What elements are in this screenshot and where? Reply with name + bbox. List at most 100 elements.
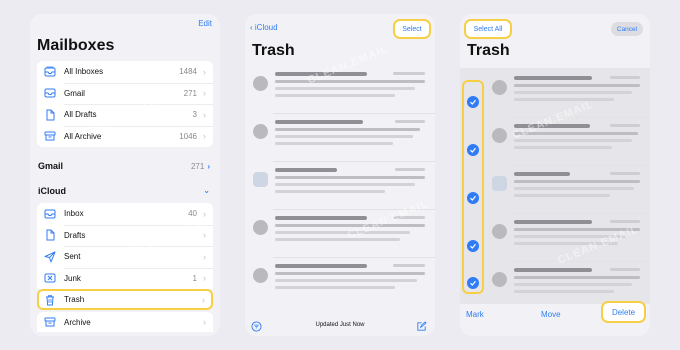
- select-all-button[interactable]: Select All: [464, 19, 512, 39]
- preview-placeholder: [275, 94, 395, 97]
- mailbox-all-drafts[interactable]: All Drafts 3 ›: [37, 104, 213, 126]
- preview-placeholder: [275, 190, 385, 193]
- subject-placeholder: [514, 180, 640, 183]
- date-placeholder: [610, 220, 640, 223]
- list-item[interactable]: [245, 66, 435, 114]
- message-list: [460, 70, 650, 310]
- gmail-section-count[interactable]: 271 ›: [191, 162, 210, 171]
- selection-checkboxes: [462, 80, 484, 294]
- select-button[interactable]: Select: [393, 19, 431, 39]
- checkmark-icon[interactable]: [467, 277, 479, 289]
- preview-placeholder: [275, 87, 415, 90]
- top-mailboxes-group: All Inboxes 1484 › Gmail 271 › All Draft…: [37, 61, 213, 147]
- subject-placeholder: [275, 176, 425, 179]
- mailbox-label: Drafts: [64, 230, 86, 240]
- mailbox-all-inboxes[interactable]: All Inboxes 1484 ›: [37, 61, 213, 83]
- preview-placeholder: [275, 286, 395, 289]
- subject-placeholder: [514, 276, 640, 279]
- chevron-right-icon: ›: [203, 66, 206, 77]
- list-item[interactable]: [460, 70, 650, 118]
- trash-screen: ‹ iCloud Select Trash Updated Just Now C…: [245, 14, 435, 336]
- page-title: Mailboxes: [37, 37, 115, 54]
- avatar: [253, 172, 268, 187]
- date-placeholder: [393, 216, 425, 219]
- all-inboxes-icon: [44, 66, 56, 78]
- list-item[interactable]: [245, 210, 435, 258]
- edit-button[interactable]: Edit: [198, 19, 212, 28]
- preview-placeholder: [275, 135, 413, 138]
- preview-placeholder: [514, 91, 632, 94]
- list-item[interactable]: [245, 162, 435, 210]
- mailbox-label: All Archive: [64, 131, 102, 141]
- back-label: iCloud: [254, 23, 278, 32]
- archive-icon: [44, 316, 56, 328]
- avatar: [253, 124, 268, 139]
- icloud-mailboxes-group: Inbox 40 › Drafts › Sent › Junk 1 ›: [37, 203, 213, 289]
- mailbox-drafts[interactable]: Drafts ›: [37, 224, 213, 247]
- mailbox-sent[interactable]: Sent ›: [37, 246, 213, 268]
- mailbox-trash[interactable]: Trash ›: [37, 289, 213, 310]
- date-placeholder: [610, 76, 640, 79]
- checkmark-icon[interactable]: [467, 96, 479, 108]
- mailbox-junk[interactable]: Junk 1 ›: [37, 267, 213, 290]
- preview-placeholder: [514, 242, 618, 245]
- list-item[interactable]: [460, 214, 650, 262]
- bottom-toolbar: Mark Move Delete: [460, 301, 650, 336]
- sender-placeholder: [275, 264, 367, 268]
- mailbox-label: Sent: [64, 252, 81, 262]
- chevron-right-icon: ›: [207, 162, 210, 171]
- chevron-right-icon: ›: [203, 230, 206, 241]
- mailbox-label: Trash: [64, 295, 85, 304]
- mailbox-label: Inbox: [64, 209, 84, 219]
- page-title: Trash: [252, 42, 295, 59]
- list-item[interactable]: [245, 114, 435, 162]
- page-title: Trash: [467, 42, 510, 59]
- preview-placeholder: [514, 98, 614, 101]
- mailbox-count: 1046: [179, 131, 197, 141]
- back-button[interactable]: ‹ iCloud: [250, 23, 278, 32]
- mailbox-inbox[interactable]: Inbox 40 ›: [37, 203, 213, 225]
- gmail-section-header[interactable]: Gmail: [38, 161, 63, 171]
- date-placeholder: [610, 124, 640, 127]
- preview-placeholder: [275, 238, 400, 241]
- mailbox-all-archive[interactable]: All Archive 1046 ›: [37, 125, 213, 148]
- document-icon: [44, 229, 56, 241]
- subject-placeholder: [514, 84, 640, 87]
- date-placeholder: [395, 120, 425, 123]
- move-button[interactable]: Move: [541, 310, 561, 319]
- avatar: [253, 220, 268, 235]
- inbox-icon: [44, 87, 56, 99]
- mark-button[interactable]: Mark: [466, 310, 484, 319]
- checkmark-icon[interactable]: [467, 192, 479, 204]
- mailbox-gmail[interactable]: Gmail 271 ›: [37, 82, 213, 105]
- sender-placeholder: [514, 172, 570, 176]
- mailboxes-screen: Edit Mailboxes All Inboxes 1484 › Gmail …: [30, 14, 220, 336]
- delete-button[interactable]: Delete: [601, 301, 646, 323]
- cancel-button[interactable]: Cancel: [611, 22, 643, 36]
- avatar: [253, 268, 268, 283]
- avatar: [492, 176, 507, 191]
- preview-placeholder: [275, 279, 417, 282]
- message-list: [245, 66, 435, 306]
- subject-placeholder: [514, 132, 638, 135]
- archive-icon: [44, 130, 56, 142]
- subject-placeholder: [275, 128, 420, 131]
- chevron-down-icon: ⌄: [203, 186, 210, 195]
- send-icon: [44, 251, 56, 263]
- date-placeholder: [610, 268, 640, 271]
- icloud-section-toggle[interactable]: ⌄: [200, 186, 210, 195]
- sender-placeholder: [514, 124, 590, 128]
- mailbox-count: 271: [183, 88, 197, 98]
- date-placeholder: [395, 168, 425, 171]
- list-item[interactable]: [460, 166, 650, 214]
- chevron-right-icon: ›: [203, 317, 206, 327]
- avatar: [492, 128, 507, 143]
- icloud-section-header[interactable]: iCloud: [38, 186, 66, 196]
- list-item[interactable]: [245, 258, 435, 306]
- checkmark-icon[interactable]: [467, 240, 479, 252]
- checkmark-icon[interactable]: [467, 144, 479, 156]
- mailbox-archive[interactable]: Archive ›: [37, 312, 213, 332]
- preview-placeholder: [514, 235, 626, 238]
- list-item[interactable]: [460, 118, 650, 166]
- compose-icon[interactable]: [416, 319, 427, 336]
